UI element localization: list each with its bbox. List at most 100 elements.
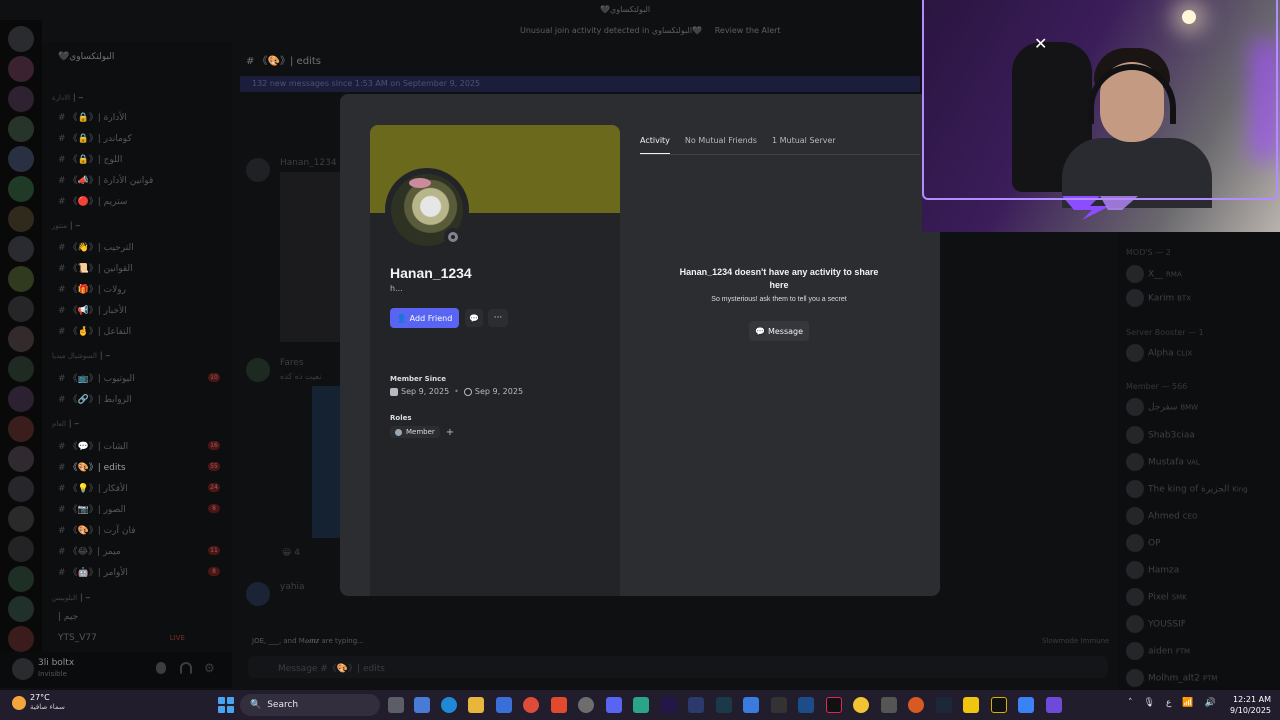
channel-item[interactable]: # 《💡》| الأفكار (58, 481, 128, 494)
voice-user[interactable]: YTS_V77 LIVE (58, 633, 185, 643)
photoshop-icon[interactable] (688, 697, 704, 713)
member-item[interactable]: سفرجل BMW (1126, 398, 1198, 416)
discord-home-icon[interactable] (8, 26, 34, 52)
chrome-icon[interactable] (523, 697, 539, 713)
role-pill[interactable]: Member (390, 426, 440, 438)
avatar[interactable] (12, 658, 34, 680)
channel-item[interactable]: # 《📷》| الصور (58, 502, 126, 515)
weather-widget[interactable]: 27°C سماء صافية (12, 693, 65, 712)
channel-item-edits[interactable]: # 《🎨》| edits (58, 460, 126, 473)
channel-item[interactable]: # 《📣》| قوانين الأدارة (58, 173, 153, 186)
taskbar-search[interactable]: 🔍 Search (240, 694, 380, 716)
channel-item[interactable]: # 《🔒》| كوماندر (58, 131, 132, 144)
server-icon[interactable] (8, 476, 34, 502)
mic-icon[interactable] (156, 662, 166, 674)
member-item[interactable]: Ahmed CEO (1126, 507, 1198, 525)
store-icon[interactable] (496, 697, 512, 713)
voice-channel[interactable]: | جيم (58, 612, 78, 622)
member-item[interactable]: Mustafa VAL (1126, 453, 1200, 471)
lightroom-icon[interactable] (716, 697, 732, 713)
tab-mutual-friends[interactable]: No Mutual Friends (685, 136, 757, 155)
server-icon[interactable] (8, 266, 34, 292)
server-icon[interactable] (8, 566, 34, 592)
app-icon[interactable] (771, 697, 787, 713)
copilot-icon[interactable] (414, 697, 430, 713)
server-icon[interactable] (8, 386, 34, 412)
brave-icon[interactable] (551, 697, 567, 713)
server-icon[interactable] (8, 356, 34, 382)
premiere-icon[interactable] (661, 697, 677, 713)
steam-icon[interactable] (936, 697, 952, 713)
app-icon[interactable] (853, 697, 869, 713)
clock[interactable]: 12:21 AM 9/10/2025 (1230, 694, 1271, 716)
more-options-button[interactable]: ··· (488, 309, 508, 327)
member-item[interactable]: Karim BTX (1126, 289, 1191, 307)
channel-item[interactable]: # 《😂》| ميمز (58, 544, 121, 557)
channel-item[interactable]: # 《🔒》| الأدارة (58, 110, 127, 123)
server-icon[interactable] (8, 86, 34, 112)
server-icon[interactable] (8, 536, 34, 562)
task-view-icon[interactable] (388, 697, 404, 713)
edge-icon[interactable] (441, 697, 457, 713)
malwarebytes-icon[interactable] (743, 697, 759, 713)
tab-mutual-servers[interactable]: 1 Mutual Server (772, 136, 836, 155)
avatar[interactable] (246, 358, 270, 382)
channel-item[interactable]: # 《🔒》| اللوج (58, 152, 122, 165)
volume-icon[interactable]: 🔊 (1205, 698, 1216, 708)
message-composer[interactable]: Message #《🎨》| edits (248, 656, 1108, 678)
server-icon[interactable] (8, 596, 34, 622)
windows-start-icon[interactable] (218, 697, 234, 713)
server-icon[interactable] (8, 116, 34, 142)
channel-item[interactable]: # 《🎨》| فان آرت (58, 523, 136, 536)
server-icon[interactable] (8, 626, 34, 652)
member-item[interactable]: Pixel SMK (1126, 588, 1187, 606)
channel-item[interactable]: # 《🔗》| الروابط (58, 392, 132, 405)
new-messages-bar[interactable]: 132 new messages since 1:53 AM on Septem… (240, 76, 920, 92)
send-message-button[interactable]: 💬 Message (749, 321, 809, 341)
server-icon[interactable] (8, 506, 34, 532)
app-icon[interactable] (1046, 697, 1062, 713)
member-item[interactable]: Hamza (1126, 561, 1179, 579)
headphones-icon[interactable] (180, 662, 192, 674)
server-icon[interactable] (8, 416, 34, 442)
app-icon[interactable] (991, 697, 1007, 713)
add-role-button[interactable]: + (446, 427, 454, 438)
channel-item[interactable]: # 《📜》| القوانين (58, 261, 133, 274)
member-item[interactable]: Shab3ciaa (1126, 426, 1195, 444)
server-icon[interactable] (8, 236, 34, 262)
category-header[interactable]: السوشيال ميديا ┃ ━ (52, 352, 110, 360)
input-language[interactable]: ع (1166, 698, 1171, 708)
channel-item[interactable]: # 《🤞》| التفاعل (58, 324, 131, 337)
channel-item[interactable]: # 《🎁》| رولات (58, 282, 126, 295)
channel-item[interactable]: # 《👋》| الترحيب (58, 240, 134, 253)
server-icon[interactable] (8, 206, 34, 232)
message-image[interactable] (280, 172, 340, 342)
server-icon[interactable] (8, 176, 34, 202)
server-icon[interactable] (8, 56, 34, 82)
avatar[interactable] (246, 158, 270, 182)
app-icon[interactable] (633, 697, 649, 713)
message-button[interactable]: 💬 (465, 309, 483, 327)
tiktok-icon[interactable] (826, 697, 842, 713)
member-item[interactable]: aiden FTM (1126, 642, 1190, 660)
obs-icon[interactable] (578, 697, 594, 713)
discord-icon[interactable] (606, 697, 622, 713)
server-icon[interactable] (8, 296, 34, 322)
review-alert-link[interactable]: Review the Alert (715, 26, 781, 35)
message-author[interactable]: Fares (280, 358, 304, 368)
app-icon[interactable] (1018, 697, 1034, 713)
channel-item[interactable]: # 《🔴》| ستريم (58, 194, 127, 207)
message-author[interactable]: Hanan_1234 (280, 158, 337, 168)
message-image[interactable] (312, 386, 340, 538)
member-item[interactable]: X__ RMA (1126, 265, 1182, 283)
app-icon[interactable] (908, 697, 924, 713)
category-header[interactable]: البلوبيس ┃ ━ (52, 594, 90, 602)
member-item[interactable]: YOUSSIF (1126, 615, 1186, 633)
server-icon[interactable] (8, 446, 34, 472)
app-icon[interactable] (798, 697, 814, 713)
message-author[interactable]: yahia (280, 582, 305, 592)
member-item[interactable]: The king of الجزيرة King (1126, 480, 1248, 498)
channel-item[interactable]: # 《🤖》| الأوامر (58, 565, 128, 578)
rockstar-icon[interactable] (963, 697, 979, 713)
member-item[interactable]: OP (1126, 534, 1161, 552)
